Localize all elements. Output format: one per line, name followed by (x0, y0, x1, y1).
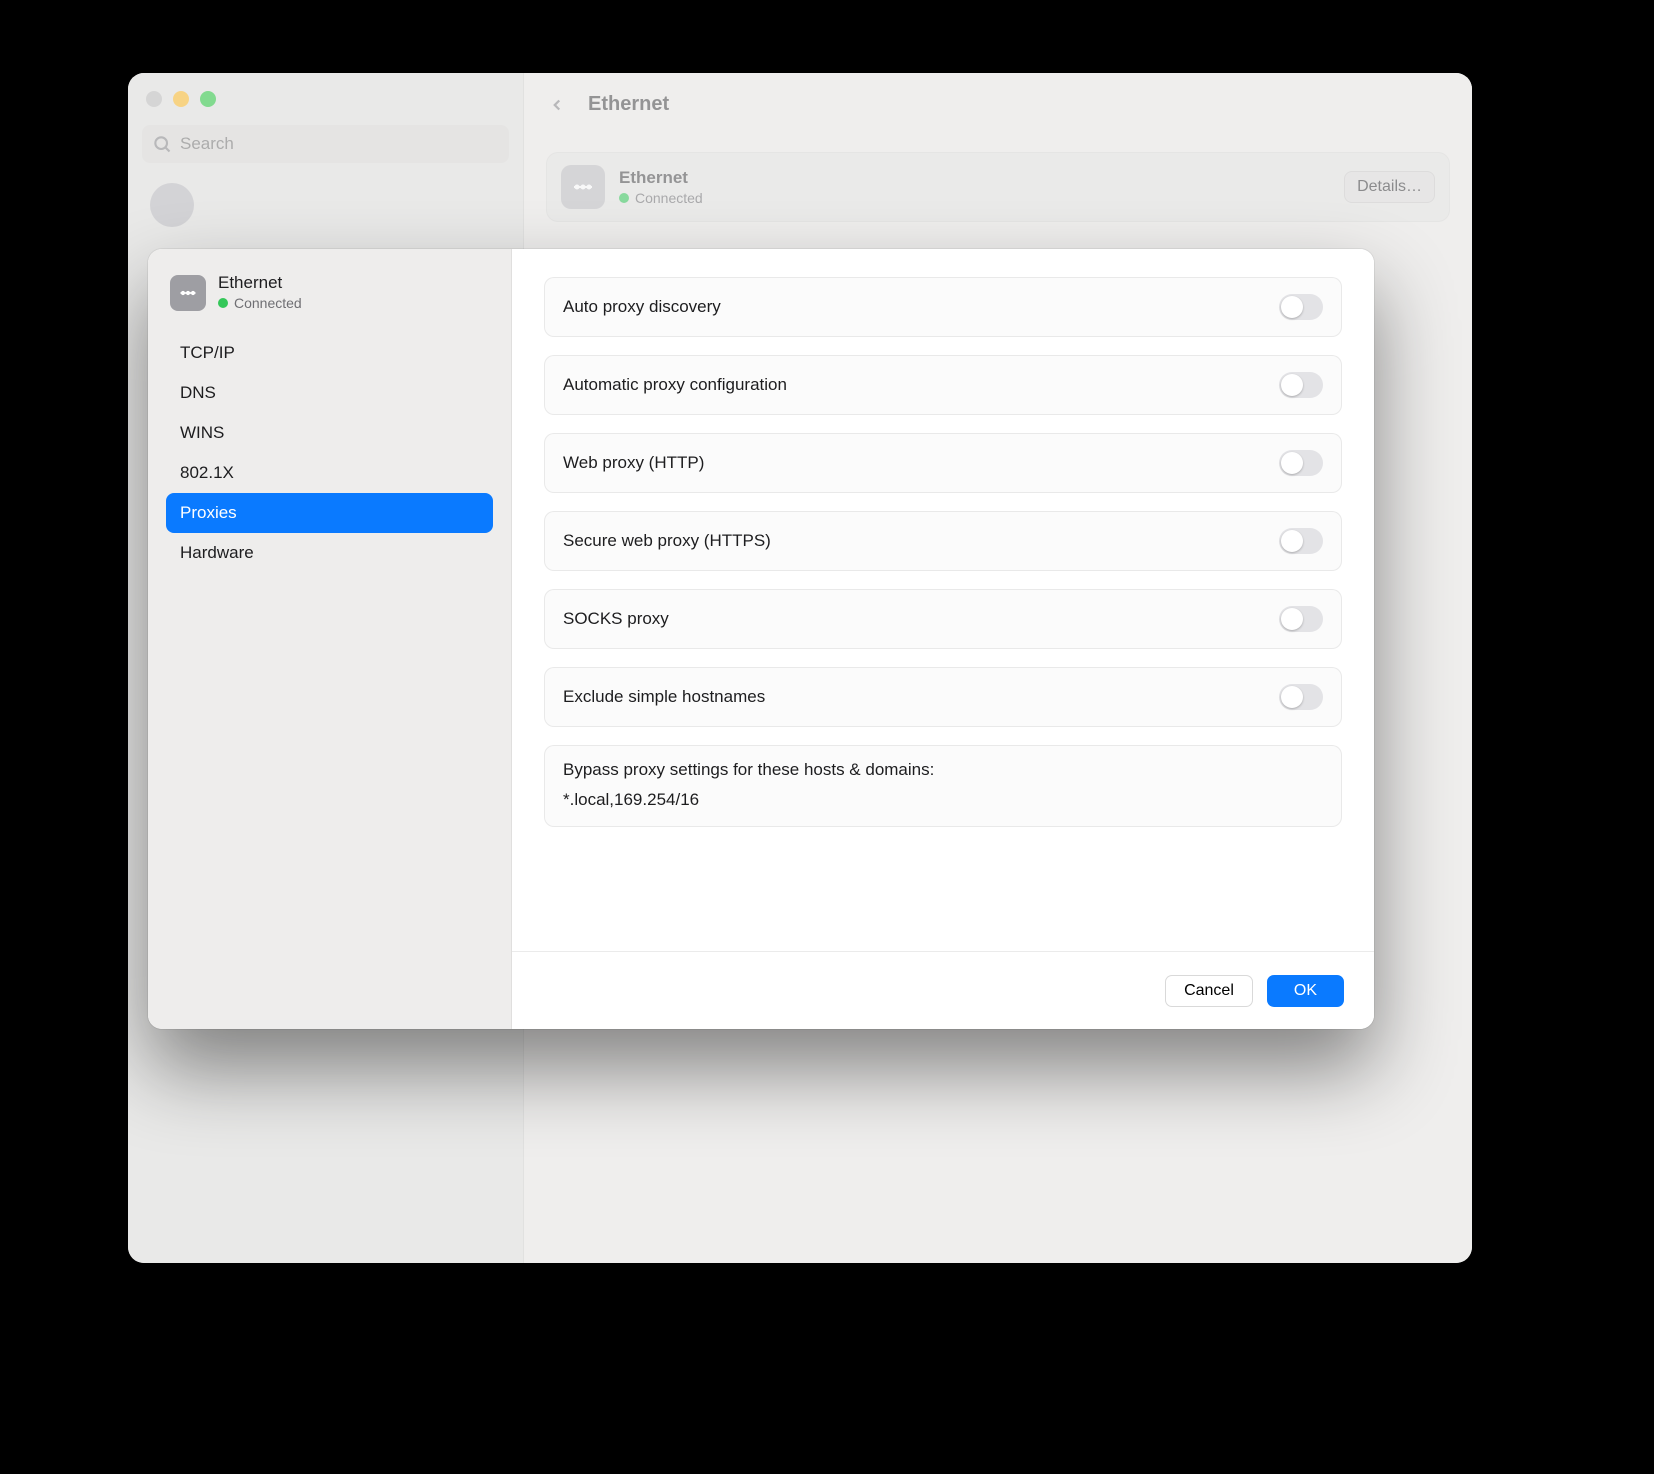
interface-status: Connected (619, 190, 703, 206)
sidebar-item-account[interactable] (142, 177, 509, 233)
sheet-footer: Cancel OK (512, 951, 1374, 1029)
row-secure-web-proxy-https: Secure web proxy (HTTPS) (544, 511, 1342, 571)
bypass-title: Bypass proxy settings for these hosts & … (563, 760, 1323, 780)
row-socks-proxy: SOCKS proxy (544, 589, 1342, 649)
zoom-window-icon[interactable] (200, 91, 216, 107)
search-icon (152, 134, 172, 154)
search-input[interactable] (142, 125, 509, 163)
status-text: Connected (234, 295, 302, 311)
detail-body: Ethernet Connected Details… (524, 136, 1472, 238)
toggle-secure-web-proxy-https[interactable] (1279, 528, 1323, 554)
ok-button[interactable]: OK (1267, 975, 1344, 1007)
row-label: Auto proxy discovery (563, 297, 721, 317)
sheet-content-pane: Auto proxy discovery Automatic proxy con… (512, 249, 1374, 1029)
proxies-content: Auto proxy discovery Automatic proxy con… (512, 249, 1374, 951)
status-dot-icon (619, 193, 629, 203)
back-button[interactable] (542, 90, 572, 120)
sheet-status: Connected (218, 295, 302, 311)
sheet-title: Ethernet (218, 273, 302, 293)
details-button[interactable]: Details… (1344, 171, 1435, 203)
detail-header: Ethernet (524, 73, 1472, 136)
row-exclude-simple-hostnames: Exclude simple hostnames (544, 667, 1342, 727)
row-automatic-proxy-configuration: Automatic proxy configuration (544, 355, 1342, 415)
proxies-sheet: Ethernet Connected TCP/IP DNS WINS 802.1… (148, 249, 1374, 1029)
row-label: SOCKS proxy (563, 609, 669, 629)
toggle-exclude-simple-hostnames[interactable] (1279, 684, 1323, 710)
tab-proxies[interactable]: Proxies (166, 493, 493, 533)
page-title: Ethernet (588, 93, 669, 116)
tab-tcpip[interactable]: TCP/IP (166, 333, 493, 373)
row-label: Exclude simple hostnames (563, 687, 765, 707)
avatar-icon (150, 183, 194, 227)
tab-hardware[interactable]: Hardware (166, 533, 493, 573)
toggle-socks-proxy[interactable] (1279, 606, 1323, 632)
row-label: Web proxy (HTTP) (563, 453, 704, 473)
tab-wins[interactable]: WINS (166, 413, 493, 453)
tab-8021x[interactable]: 802.1X (166, 453, 493, 493)
sheet-header: Ethernet Connected (166, 271, 493, 327)
ethernet-icon (561, 165, 605, 209)
search-field[interactable] (142, 125, 509, 163)
sheet-sidebar: Ethernet Connected TCP/IP DNS WINS 802.1… (148, 249, 512, 1029)
interface-name: Ethernet (619, 168, 703, 188)
toggle-automatic-proxy-configuration[interactable] (1279, 372, 1323, 398)
sheet-tabs: TCP/IP DNS WINS 802.1X Proxies Hardware (166, 333, 493, 573)
status-dot-icon (218, 298, 228, 308)
status-text: Connected (635, 190, 703, 206)
chevron-left-icon (548, 96, 566, 114)
row-label: Automatic proxy configuration (563, 375, 787, 395)
minimize-window-icon[interactable] (173, 91, 189, 107)
row-label: Secure web proxy (HTTPS) (563, 531, 771, 551)
toggle-auto-proxy-discovery[interactable] (1279, 294, 1323, 320)
row-web-proxy-http: Web proxy (HTTP) (544, 433, 1342, 493)
bypass-card: Bypass proxy settings for these hosts & … (544, 745, 1342, 827)
row-auto-proxy-discovery: Auto proxy discovery (544, 277, 1342, 337)
interface-card: Ethernet Connected Details… (546, 152, 1450, 222)
toggle-web-proxy-http[interactable] (1279, 450, 1323, 476)
window-controls (146, 91, 509, 107)
ethernet-icon (170, 275, 206, 311)
bypass-value[interactable]: *.local,169.254/16 (563, 790, 1323, 810)
close-window-icon[interactable] (146, 91, 162, 107)
cancel-button[interactable]: Cancel (1165, 975, 1253, 1007)
tab-dns[interactable]: DNS (166, 373, 493, 413)
